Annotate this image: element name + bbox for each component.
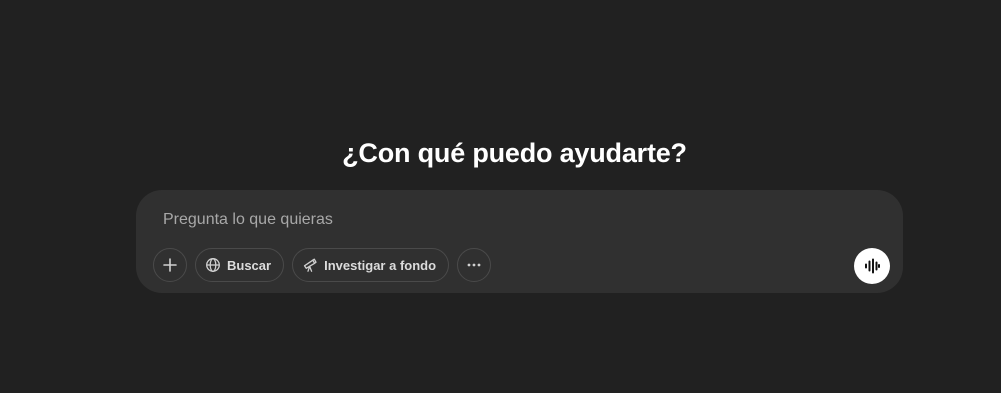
page-title: ¿Con qué puedo ayudarte? xyxy=(342,138,687,168)
more-tools-button[interactable] xyxy=(457,248,492,282)
voice-waveform-icon xyxy=(863,257,881,275)
ellipsis-icon xyxy=(466,257,482,273)
add-attachment-button[interactable] xyxy=(153,248,187,282)
telescope-icon xyxy=(302,257,318,273)
composer-toolbar: Buscar Investigar a fondo xyxy=(153,247,492,283)
voice-mode-button[interactable] xyxy=(854,248,890,284)
deep-research-button[interactable]: Investigar a fondo xyxy=(292,248,450,282)
prompt-composer: Buscar Investigar a fondo xyxy=(136,190,903,293)
search-button-label: Buscar xyxy=(227,257,272,273)
prompt-input[interactable] xyxy=(163,209,863,231)
globe-icon xyxy=(205,257,221,273)
plus-icon xyxy=(162,257,178,273)
search-button[interactable]: Buscar xyxy=(195,248,285,282)
deep-research-button-label: Investigar a fondo xyxy=(324,257,437,273)
